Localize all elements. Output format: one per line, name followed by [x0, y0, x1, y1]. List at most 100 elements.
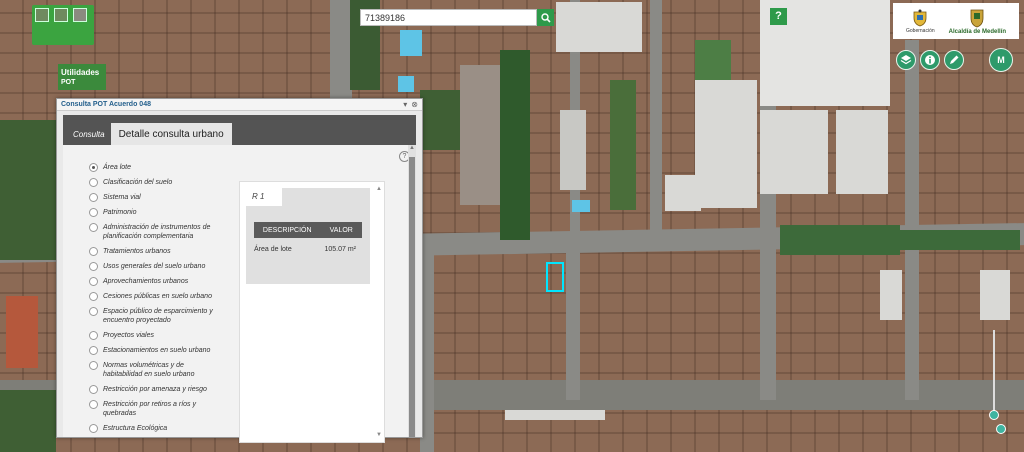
radio-button[interactable]	[89, 223, 98, 232]
help-button[interactable]: ?	[770, 8, 787, 25]
option-aprovechamientos-urbanos[interactable]: Aprovechamientos urbanos	[89, 277, 225, 286]
radio-button[interactable]	[89, 163, 98, 172]
selected-parcel[interactable]	[546, 262, 564, 292]
green-area	[0, 120, 56, 260]
building	[505, 410, 605, 420]
scroll-up-icon[interactable]: ▲	[408, 145, 416, 151]
search-button[interactable]	[537, 9, 554, 26]
dialog-header[interactable]: Consulta POT Acuerdo 048 ▾ ⊗	[57, 99, 422, 111]
option-tratamientos-urbanos[interactable]: Tratamientos urbanos	[89, 247, 225, 256]
option-espacio-publico[interactable]: Espacio público de esparcimiento y encue…	[89, 307, 225, 325]
green-area	[500, 50, 530, 240]
radio-button[interactable]	[89, 424, 98, 433]
result-scrollbar[interactable]: ▲ ▼	[376, 186, 382, 438]
road	[330, 0, 352, 100]
option-restriccion-amenaza[interactable]: Restricción por amenaza y riesgo	[89, 385, 225, 394]
basemap-switcher[interactable]	[32, 5, 94, 45]
zoom-out-button[interactable]	[996, 424, 1006, 434]
radio-button[interactable]	[89, 178, 98, 187]
radio-button[interactable]	[89, 400, 98, 409]
radio-button[interactable]	[89, 307, 98, 316]
table-row: Área de lote 105.07 m²	[254, 246, 362, 253]
radio-button[interactable]	[89, 361, 98, 370]
pool	[572, 200, 590, 212]
scroll-up-icon[interactable]: ▲	[376, 186, 382, 192]
option-sistema-vial[interactable]: Sistema vial	[89, 193, 225, 202]
option-label: Restricción por retiros a ríos y quebrad…	[103, 401, 196, 417]
green-area	[900, 230, 1020, 250]
dialog-scrollbar[interactable]: ▲	[408, 145, 416, 437]
minimize-icon[interactable]: ▾	[403, 100, 407, 109]
radio-button[interactable]	[89, 385, 98, 394]
layers-button[interactable]	[896, 50, 916, 70]
option-cesiones-publicas[interactable]: Cesiones públicas en suelo urbano	[89, 292, 225, 301]
option-label: Clasificación del suelo	[103, 179, 173, 186]
utilidades-menu[interactable]: Utilidades POT	[58, 64, 106, 90]
option-administracion-instrumentos[interactable]: Administración de instrumentos de planif…	[89, 223, 225, 241]
basemap-thumb[interactable]	[73, 8, 87, 22]
search-icon	[540, 12, 551, 23]
shield-icon	[970, 9, 984, 27]
result-tab[interactable]: R 1	[246, 188, 282, 206]
info-button[interactable]	[920, 50, 940, 70]
road	[650, 0, 662, 232]
close-icon[interactable]: ⊗	[411, 100, 418, 109]
building	[880, 270, 902, 320]
option-restriccion-retiros[interactable]: Restricción por retiros a ríos y quebrad…	[89, 400, 225, 418]
radio-button[interactable]	[89, 331, 98, 340]
institution-logos: Gobernación Alcaldía de Medellín	[893, 3, 1019, 39]
option-clasificacion-suelo[interactable]: Clasificación del suelo	[89, 178, 225, 187]
radio-button[interactable]	[89, 208, 98, 217]
option-patrimonio[interactable]: Patrimonio	[89, 208, 225, 217]
green-area	[780, 225, 900, 255]
radio-button[interactable]	[89, 247, 98, 256]
option-label: Proyectos viales	[103, 332, 154, 339]
radio-button[interactable]	[89, 346, 98, 355]
basemap-thumb[interactable]	[35, 8, 49, 22]
option-area-lote[interactable]: Área lote	[89, 163, 225, 172]
scrollbar-thumb[interactable]	[409, 157, 415, 437]
option-label: Sistema vial	[103, 194, 141, 201]
building	[980, 270, 1010, 320]
query-options: Área lote Clasificación del suelo Sistem…	[89, 163, 225, 439]
building	[460, 65, 500, 205]
map-menu-button[interactable]: M	[989, 48, 1013, 72]
option-usos-generales[interactable]: Usos generales del suelo urbano	[89, 262, 225, 271]
dialog-tabs: Consulta Detalle consulta urbano	[63, 115, 416, 145]
detail-panel: ? Área lote Clasificación del suelo Sist…	[63, 145, 416, 443]
pencil-icon	[950, 55, 959, 64]
option-proyectos-viales[interactable]: Proyectos viales	[89, 331, 225, 340]
search-bar	[360, 9, 554, 26]
tab-consulta[interactable]: Consulta	[67, 123, 111, 145]
zoom-slider-handle[interactable]	[989, 410, 999, 420]
road	[566, 250, 580, 400]
utilidades-sub: POT	[61, 79, 76, 86]
option-label: Espacio público de esparcimiento y encue…	[103, 308, 213, 324]
building	[665, 175, 701, 211]
search-input[interactable]	[360, 9, 537, 26]
option-label: Restricción por amenaza y riesgo	[103, 386, 207, 393]
header-valor: VALOR	[329, 226, 353, 234]
option-label: Tratamientos urbanos	[103, 248, 171, 255]
radio-button[interactable]	[89, 277, 98, 286]
tab-detalle-consulta-urbano[interactable]: Detalle consulta urbano	[110, 123, 232, 145]
measure-button[interactable]	[944, 50, 964, 70]
option-label: Cesiones públicas en suelo urbano	[103, 293, 212, 300]
zoom-slider-track[interactable]	[993, 330, 995, 414]
result-panel: R 1 DESCRIPCIÓN VALOR Área de lote 105.0…	[239, 181, 385, 443]
building	[556, 2, 642, 52]
radio-button[interactable]	[89, 193, 98, 202]
radio-button[interactable]	[89, 292, 98, 301]
result-table-header: DESCRIPCIÓN VALOR	[254, 222, 362, 238]
option-estacionamientos[interactable]: Estacionamientos en suelo urbano	[89, 346, 225, 355]
gobernacion-label: Gobernación	[906, 27, 935, 34]
basemap-thumb[interactable]	[54, 8, 68, 22]
green-area	[0, 390, 56, 452]
scroll-down-icon[interactable]: ▼	[376, 432, 382, 438]
radio-button[interactable]	[89, 262, 98, 271]
option-estructura-ecologica[interactable]: Estructura Ecológica	[89, 424, 225, 433]
layers-icon	[900, 55, 912, 65]
option-normas-volumetricas[interactable]: Normas volumétricas y de habitabilidad e…	[89, 361, 225, 379]
road	[905, 40, 919, 400]
building	[560, 110, 586, 190]
